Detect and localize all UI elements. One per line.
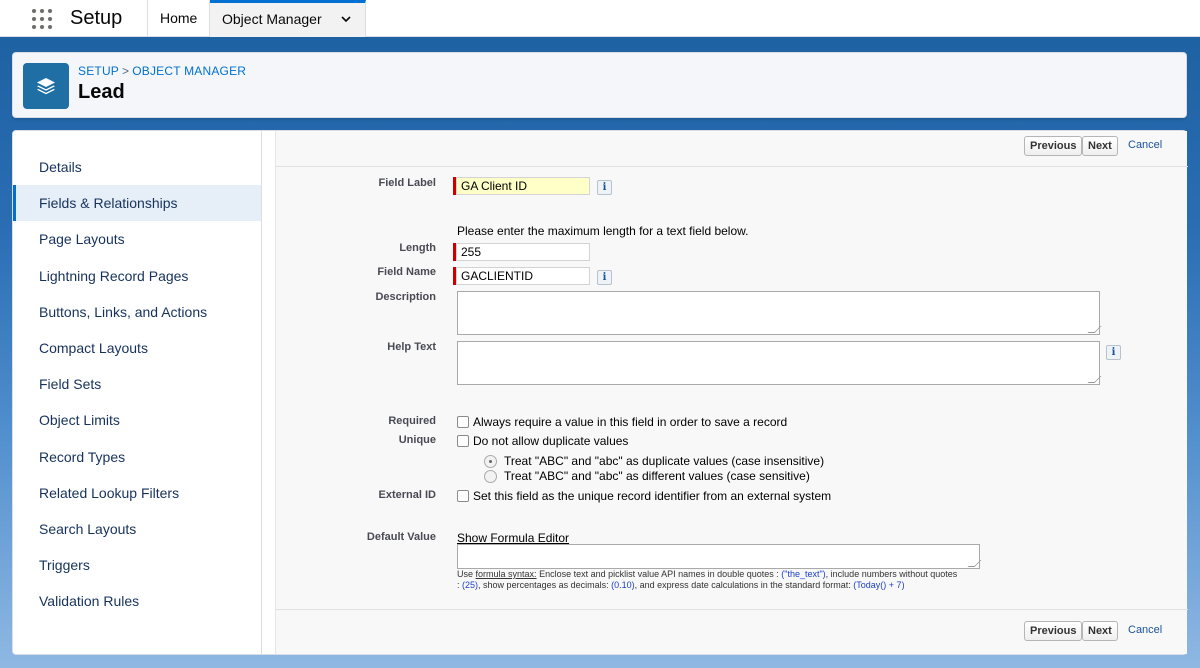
unique-checkbox[interactable] — [457, 435, 469, 447]
page-title: Lead — [78, 81, 125, 103]
help-text-segment: : — [457, 580, 460, 590]
sidebar-item-fields-relationships[interactable]: Fields & Relationships — [13, 185, 261, 222]
unique-checkbox-label: Do not allow duplicate values — [473, 434, 629, 448]
previous-button[interactable]: Previous — [1024, 621, 1083, 641]
breadcrumb-setup-link[interactable]: SETUP — [78, 64, 119, 78]
case-insensitive-label: Treat "ABC" and "abc" as duplicate value… — [504, 454, 825, 468]
required-checkbox-label: Always require a value in this field in … — [473, 415, 788, 429]
info-icon[interactable]: i — [1106, 345, 1121, 360]
default-value-label: Default Value — [366, 531, 436, 543]
next-button[interactable]: Next — [1082, 136, 1118, 156]
external-id-checkbox[interactable] — [457, 490, 469, 502]
sidebar-item-page-layouts[interactable]: Page Layouts — [13, 221, 261, 257]
object-layers-icon — [23, 63, 69, 109]
external-id-label: External ID — [378, 489, 436, 501]
sidebar-item-buttons-links-actions[interactable]: Buttons, Links, and Actions — [13, 294, 261, 330]
help-text-segment: , show percentages as decimals: — [478, 580, 609, 590]
sidebar-item-validation-rules[interactable]: Validation Rules — [13, 583, 261, 619]
length-note: Please enter the maximum length for a te… — [457, 224, 749, 238]
sidebar-item-search-layouts[interactable]: Search Layouts — [13, 511, 261, 547]
sidebar-item-triggers[interactable]: Triggers — [13, 547, 261, 583]
show-formula-editor-link[interactable]: Show Formula Editor — [457, 531, 569, 545]
default-value-textarea[interactable] — [457, 544, 982, 569]
description-label: Description — [375, 291, 436, 303]
resize-grip-icon[interactable] — [1087, 326, 1102, 333]
app-title: Setup — [70, 7, 123, 29]
length-input[interactable] — [456, 243, 590, 261]
field-label-label: Field Label — [378, 177, 436, 189]
code-sample: (0.10) — [611, 580, 635, 590]
cancel-link[interactable]: Cancel — [1128, 624, 1162, 636]
help-text-textarea[interactable] — [457, 341, 1102, 385]
field-name-input[interactable] — [456, 267, 590, 285]
case-insensitive-radio[interactable] — [484, 455, 497, 468]
sidebar-item-object-limits[interactable]: Object Limits — [13, 402, 261, 438]
object-sidebar: Details Fields & Relationships Page Layo… — [13, 131, 262, 654]
breadcrumb-object-manager-link[interactable]: OBJECT MANAGER — [132, 64, 246, 78]
code-sample: ("the_text") — [781, 569, 826, 579]
help-text-segment: , include numbers without quotes — [825, 569, 958, 579]
field-edit-form: Previous Next Cancel Field Label i Pleas… — [275, 131, 1188, 654]
case-sensitive-radio[interactable] — [484, 470, 497, 483]
tab-object-manager-label: Object Manager — [222, 11, 322, 27]
tab-object-manager[interactable]: Object Manager — [210, 0, 366, 37]
main-panel: Details Fields & Relationships Page Layo… — [12, 130, 1188, 655]
case-sensitive-label: Treat "ABC" and "abc" as different value… — [504, 469, 810, 483]
field-label-input[interactable] — [456, 177, 590, 195]
next-button[interactable]: Next — [1082, 621, 1118, 641]
sidebar-item-compact-layouts[interactable]: Compact Layouts — [13, 330, 261, 366]
tab-home[interactable]: Home — [147, 0, 211, 37]
global-header: Setup Home Object Manager — [0, 0, 1200, 37]
chevron-down-icon[interactable] — [341, 14, 351, 24]
sidebar-item-details[interactable]: Details — [13, 149, 261, 185]
sidebar-item-lightning-record-pages[interactable]: Lightning Record Pages — [13, 258, 261, 294]
cancel-link[interactable]: Cancel — [1128, 139, 1162, 151]
formula-syntax-help: Use formula syntax: Enclose text and pic… — [457, 569, 987, 591]
help-text-label: Help Text — [387, 341, 436, 353]
page-header: SETUP > OBJECT MANAGER Lead — [12, 52, 1187, 118]
help-text-segment: , and express date calculations in the s… — [634, 580, 851, 590]
required-label: Required — [388, 415, 436, 427]
help-text-segment: Enclose text and picklist value API name… — [539, 569, 779, 579]
previous-button[interactable]: Previous — [1024, 136, 1083, 156]
sidebar-item-field-sets[interactable]: Field Sets — [13, 366, 261, 402]
breadcrumb-separator: > — [122, 64, 130, 78]
field-name-label: Field Name — [377, 266, 436, 278]
breadcrumb: SETUP > OBJECT MANAGER — [78, 64, 246, 78]
formula-syntax-link[interactable]: formula syntax: — [476, 569, 537, 579]
sidebar-item-record-types[interactable]: Record Types — [13, 439, 261, 475]
bottom-button-bar: Previous Next Cancel — [276, 609, 1188, 645]
info-icon[interactable]: i — [597, 180, 612, 195]
code-sample: (Today() + 7) — [853, 580, 905, 590]
sidebar-item-related-lookup-filters[interactable]: Related Lookup Filters — [13, 475, 261, 511]
unique-label: Unique — [398, 434, 436, 446]
description-textarea[interactable] — [457, 291, 1102, 335]
help-text-segment: Use — [457, 569, 474, 579]
required-checkbox[interactable] — [457, 416, 469, 428]
resize-grip-icon[interactable] — [967, 560, 982, 567]
top-button-bar: Previous Next Cancel — [276, 131, 1188, 167]
external-id-checkbox-label: Set this field as the unique record iden… — [473, 489, 832, 503]
code-sample: (25) — [462, 580, 479, 590]
app-launcher-icon[interactable] — [32, 9, 52, 29]
info-icon[interactable]: i — [597, 270, 612, 285]
resize-grip-icon[interactable] — [1087, 376, 1102, 383]
length-label: Length — [399, 242, 436, 254]
